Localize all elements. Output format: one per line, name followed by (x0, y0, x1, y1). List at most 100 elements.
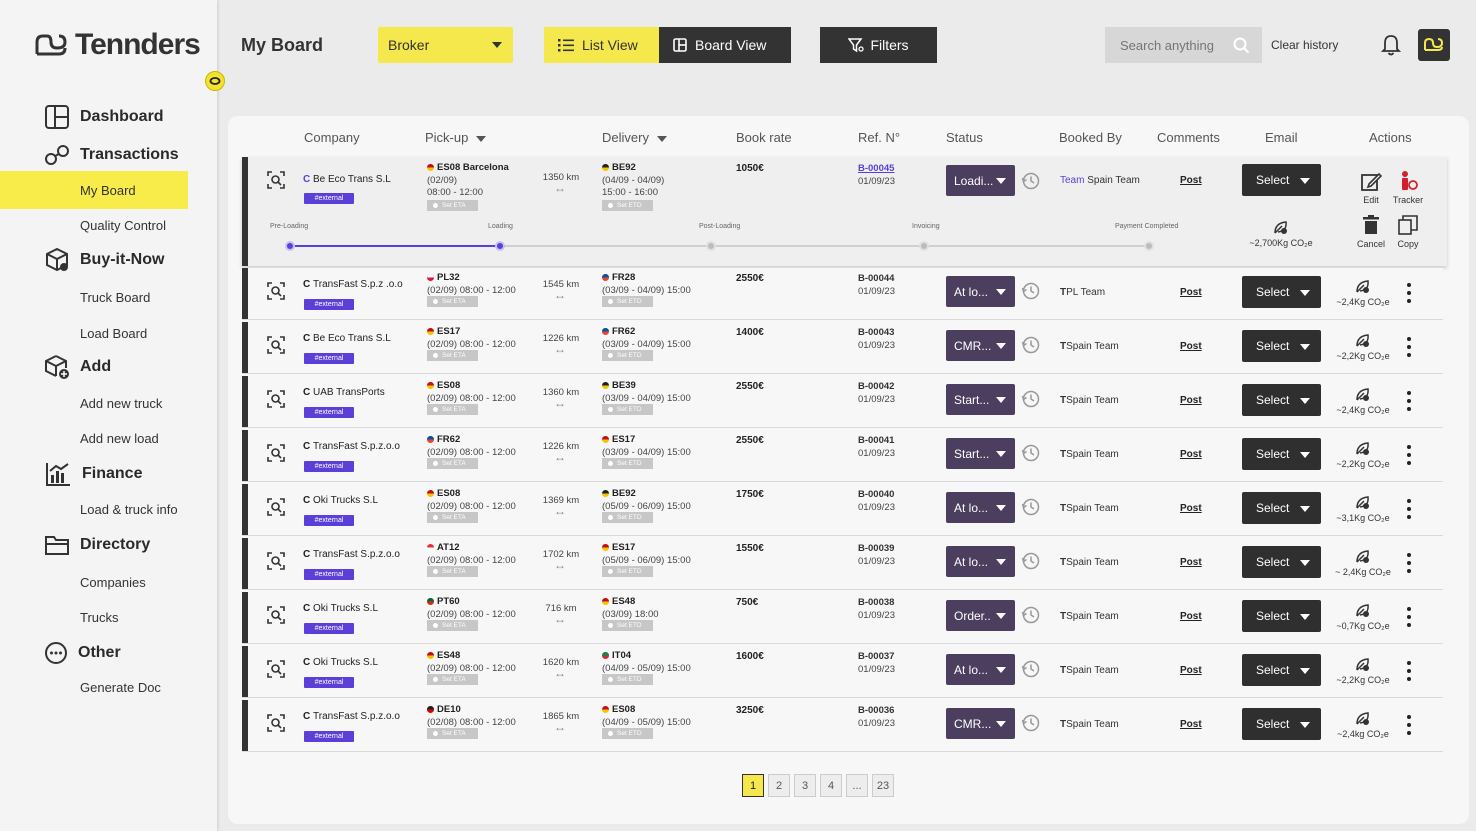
status-dropdown[interactable]: At lo... (946, 546, 1015, 577)
inspect-icon[interactable] (266, 605, 286, 625)
status-dropdown[interactable]: Loadi... (946, 165, 1015, 196)
column-header-book-rate[interactable]: Book rate (736, 130, 792, 145)
history-icon[interactable] (1021, 171, 1041, 191)
board-view-button[interactable]: Board View (659, 27, 791, 63)
history-icon[interactable] (1021, 713, 1041, 733)
reference-number[interactable]: B-00041 (858, 435, 894, 446)
company-name[interactable]: C TransFast S.p.z.o.o (303, 711, 400, 722)
history-icon[interactable] (1021, 281, 1041, 301)
profile-button[interactable] (1418, 29, 1450, 61)
list-view-button[interactable]: List View (544, 27, 659, 63)
sidebar-item-truck-board[interactable]: Truck Board (80, 290, 150, 305)
sidebar-group-transactions[interactable]: Transactions (44, 142, 179, 168)
filters-button[interactable]: Filters (820, 27, 937, 63)
set-etd-button[interactable]: Set ETD (602, 350, 653, 361)
reference-number[interactable]: B-00040 (858, 489, 894, 500)
sidebar-item-add-new-load[interactable]: Add new load (80, 431, 159, 446)
more-options-icon[interactable] (1407, 715, 1411, 735)
page-button[interactable]: 3 (794, 774, 816, 797)
email-select[interactable]: Select (1242, 276, 1321, 308)
sidebar-item-trucks[interactable]: Trucks (80, 610, 119, 625)
set-etd-button[interactable]: Set ETD (602, 296, 653, 307)
set-eta-button[interactable]: Set ETA (427, 620, 478, 631)
inspect-icon[interactable] (266, 281, 286, 301)
company-name[interactable]: C TransFast S.p.z.o.o (303, 441, 400, 452)
inspect-icon[interactable] (266, 551, 286, 571)
table-row[interactable]: C TransFast S.p.z .o.o #external PL32 (02/0… (242, 268, 1443, 320)
email-select[interactable]: Select (1242, 654, 1321, 686)
reference-number[interactable]: B-00043 (858, 327, 894, 338)
column-header-comments[interactable]: Comments (1157, 130, 1220, 145)
column-header-email[interactable]: Email (1265, 130, 1298, 145)
table-row-expanded[interactable]: C Be Eco Trans S.L #external ES08 Barcelon… (242, 157, 1447, 266)
table-row[interactable]: C UAB TransPorts #external ES08 (02/09) 08:… (242, 376, 1443, 428)
company-name[interactable]: C Be Eco Trans S.L (303, 333, 391, 344)
company-name[interactable]: C TransFast S.p.z.o.o (303, 549, 400, 560)
post-comment-link[interactable]: Post (1180, 557, 1202, 568)
email-select[interactable]: Select (1242, 438, 1321, 470)
set-etd-button[interactable]: Set ETD (602, 566, 653, 577)
post-comment-link[interactable]: Post (1180, 449, 1202, 460)
post-comment-link[interactable]: Post (1180, 341, 1202, 352)
sidebar-item-add-new-truck[interactable]: Add new truck (80, 396, 162, 411)
reference-number[interactable]: B-00038 (858, 597, 894, 608)
sidebar-group-add[interactable]: Add (44, 354, 111, 380)
table-row[interactable]: C TransFast S.p.z.o.o #external AT12 (02/09… (242, 538, 1443, 590)
set-eta-button[interactable]: Set ETA (427, 404, 478, 415)
status-dropdown[interactable]: Order.. (946, 600, 1015, 631)
history-icon[interactable] (1021, 605, 1041, 625)
search-icon[interactable] (1233, 37, 1250, 54)
post-comment-link[interactable]: Post (1180, 175, 1202, 186)
sidebar-group-dashboard[interactable]: Dashboard (44, 104, 164, 130)
set-eta-button[interactable]: Set ETA (427, 200, 478, 211)
inspect-icon[interactable] (266, 713, 286, 733)
more-options-icon[interactable] (1407, 445, 1411, 465)
clear-history-link[interactable]: Clear history (1271, 38, 1338, 52)
sidebar-item-companies[interactable]: Companies (80, 575, 146, 590)
progress-step-dot[interactable] (1144, 241, 1154, 251)
role-dropdown[interactable]: Broker (378, 27, 513, 63)
company-name[interactable]: C Oki Trucks S.L (303, 495, 378, 506)
status-dropdown[interactable]: CMR... (946, 708, 1015, 739)
inspect-icon[interactable] (266, 170, 286, 190)
column-header-pickup[interactable]: Pick-up (425, 130, 487, 145)
status-dropdown[interactable]: Start... (946, 384, 1015, 415)
column-header-delivery[interactable]: Delivery (602, 130, 667, 145)
inspect-icon[interactable] (266, 497, 286, 517)
email-select[interactable]: Select (1242, 546, 1321, 578)
post-comment-link[interactable]: Post (1180, 395, 1202, 406)
page-button[interactable]: 4 (820, 774, 842, 797)
sidebar-item-generate-doc[interactable]: Generate Doc (80, 680, 161, 695)
reference-number[interactable]: B-00044 (858, 273, 894, 284)
email-select[interactable]: Select (1242, 708, 1321, 740)
more-options-icon[interactable] (1407, 337, 1411, 357)
company-name[interactable]: C Oki Trucks S.L (303, 603, 378, 614)
status-dropdown[interactable]: CMR... (946, 330, 1015, 361)
post-comment-link[interactable]: Post (1180, 611, 1202, 622)
set-eta-button[interactable]: Set ETA (427, 674, 478, 685)
more-options-icon[interactable] (1407, 283, 1411, 303)
inspect-icon[interactable] (266, 335, 286, 355)
sidebar-item-load-truck-info[interactable]: Load & truck info (80, 502, 178, 517)
sidebar-item-my-board[interactable]: My Board (0, 171, 188, 209)
history-icon[interactable] (1021, 659, 1041, 679)
page-button[interactable]: 23 (872, 774, 894, 797)
company-name[interactable]: C Be Eco Trans S.L (303, 174, 391, 185)
set-etd-button[interactable]: Set ETD (602, 200, 653, 211)
email-select[interactable]: Select (1242, 492, 1321, 524)
email-select[interactable]: Select (1242, 330, 1321, 362)
status-dropdown[interactable]: At lo... (946, 492, 1015, 523)
history-icon[interactable] (1021, 335, 1041, 355)
sidebar-group-directory[interactable]: Directory (44, 533, 150, 557)
more-options-icon[interactable] (1407, 499, 1411, 519)
reference-number[interactable]: B-00042 (858, 381, 894, 392)
brand-logo[interactable]: Tennders (33, 28, 201, 62)
set-eta-button[interactable]: Set ETA (427, 566, 478, 577)
more-options-icon[interactable] (1407, 607, 1411, 627)
progress-step-dot[interactable] (919, 241, 929, 251)
company-name[interactable]: C Oki Trucks S.L (303, 657, 378, 668)
page-button[interactable]: 2 (768, 774, 790, 797)
more-options-icon[interactable] (1407, 553, 1411, 573)
column-header-ref[interactable]: Ref. N° (858, 130, 900, 145)
progress-step-dot[interactable] (285, 241, 295, 251)
